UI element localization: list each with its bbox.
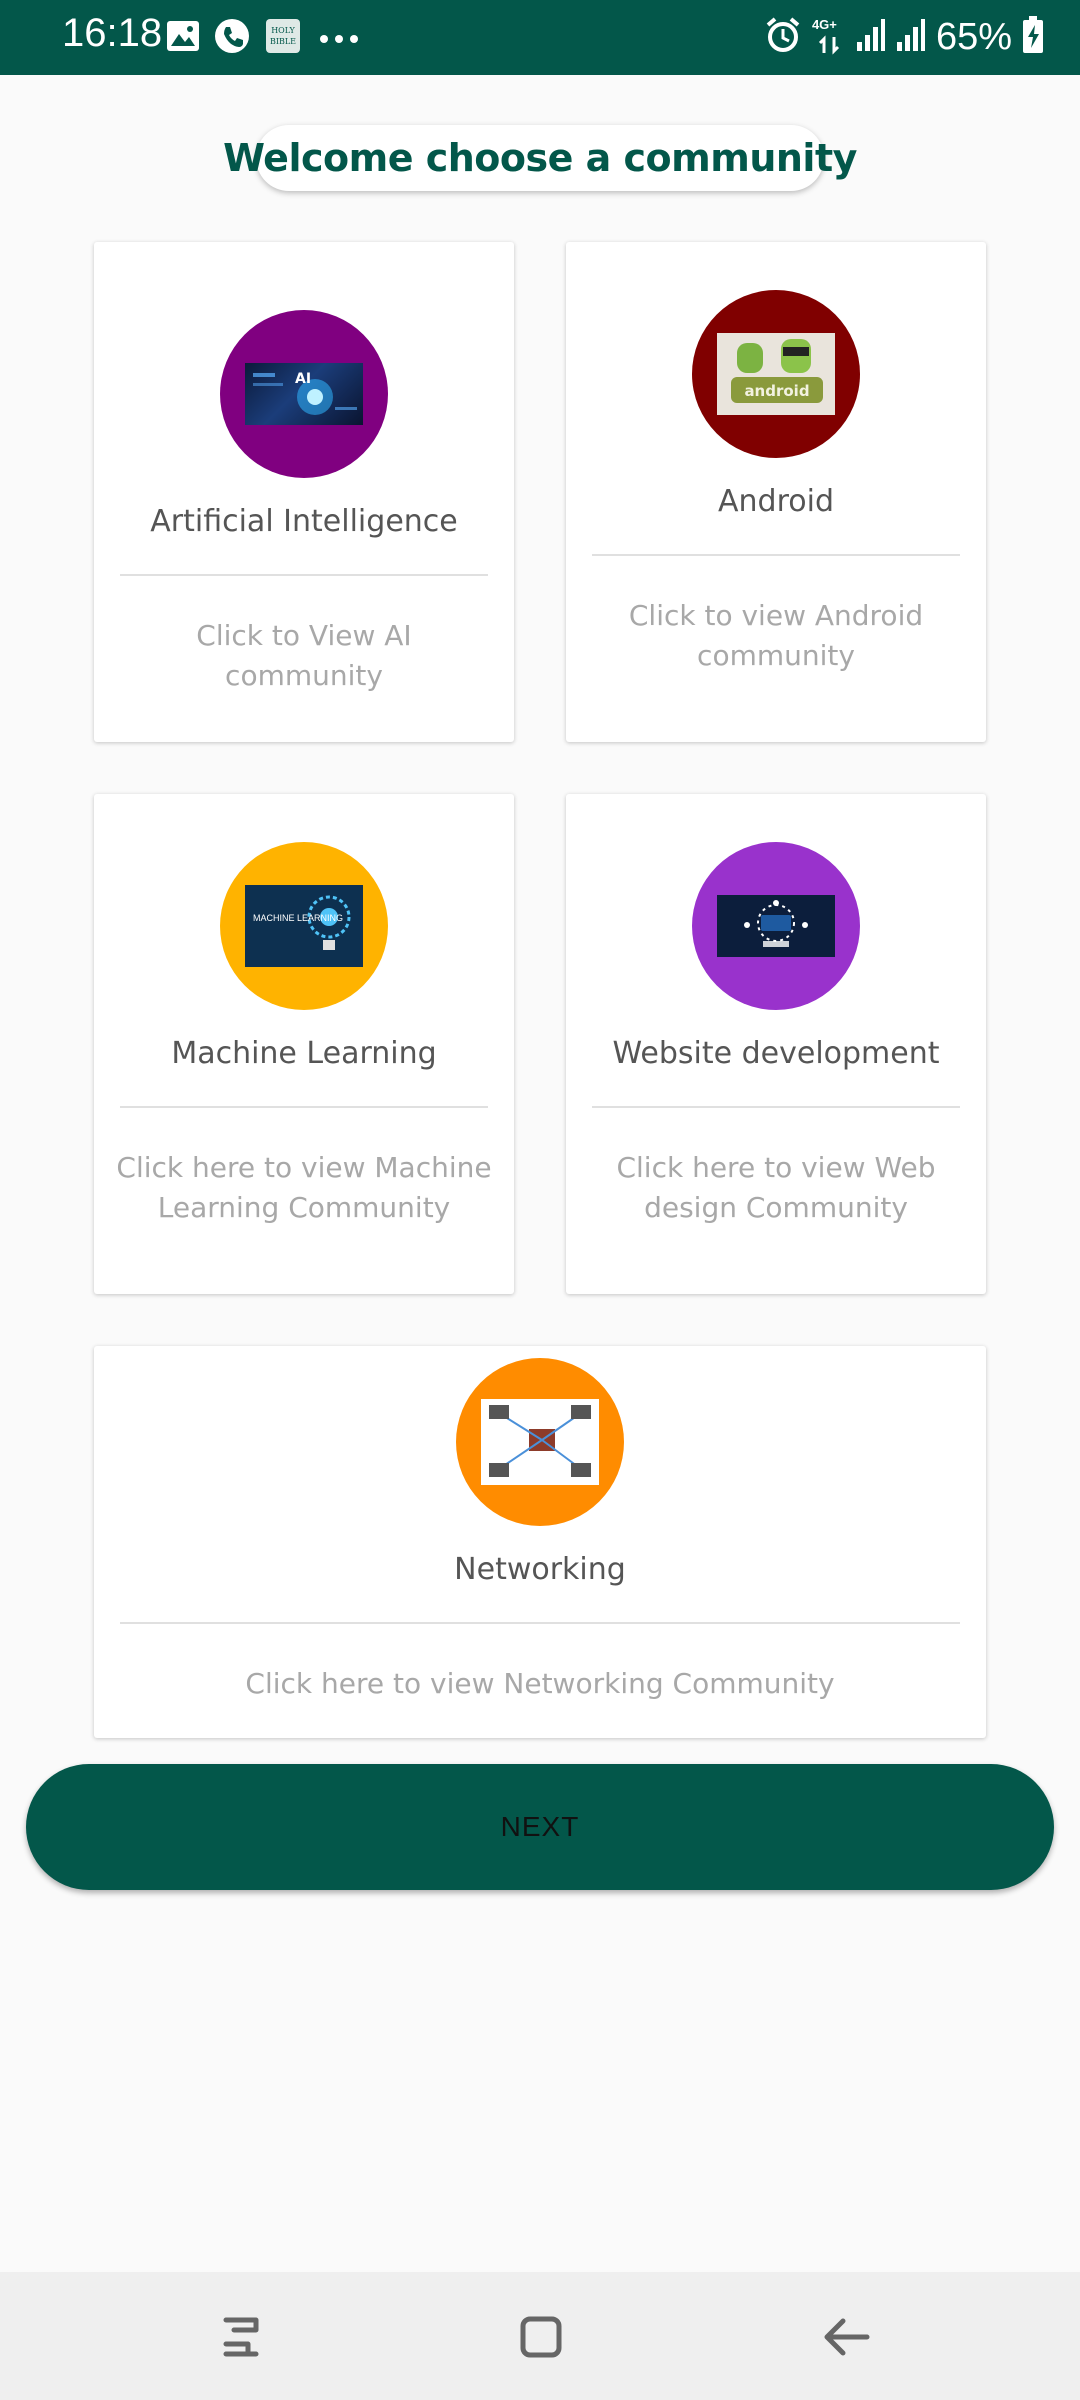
recent-apps-icon[interactable]	[206, 2302, 276, 2372]
alarm-icon	[764, 16, 802, 58]
network-type-label: 4G+	[811, 17, 837, 32]
gallery-icon	[166, 20, 200, 56]
community-description-android: Click to view Android community	[628, 599, 924, 672]
status-bar: 16:18 HOLY BIBLE 4G+ 65%	[0, 0, 1080, 75]
bible-app-icon: HOLY BIBLE	[264, 17, 302, 59]
community-description-website-development: Click here to view Web design Community	[616, 1151, 936, 1224]
web-development-image-icon	[717, 895, 835, 957]
community-avatar-machine-learning: MACHINE LEARNING	[220, 842, 388, 1010]
home-icon[interactable]	[506, 2302, 576, 2372]
community-title-networking: Networking	[454, 1552, 626, 1587]
community-avatar-ai: AI	[220, 310, 388, 478]
title-pill: Welcome choose a community	[223, 125, 857, 191]
data-arrows-icon: 4G+	[812, 17, 846, 57]
page-title: Welcome choose a community	[223, 136, 857, 180]
ai-image-icon: AI	[245, 363, 363, 425]
back-icon[interactable]	[812, 2302, 882, 2372]
community-card-networking[interactable]: Networking Click here to view Networking…	[94, 1346, 986, 1738]
android-image-icon: android	[717, 333, 835, 415]
community-avatar-networking	[456, 1358, 624, 1526]
svg-text:HOLY: HOLY	[271, 26, 295, 35]
community-title-android: Android	[718, 484, 834, 519]
status-icons-left: HOLY BIBLE	[166, 18, 362, 58]
networking-image-icon	[481, 1399, 599, 1485]
svg-text:BIBLE: BIBLE	[270, 37, 296, 46]
next-button-label: NEXT	[500, 1811, 580, 1842]
signal-icon	[856, 18, 886, 56]
card-divider	[120, 574, 488, 576]
community-title-ai: Artificial Intelligence	[150, 504, 458, 539]
community-card-website-development[interactable]: Website development Click here to view W…	[566, 794, 986, 1294]
community-avatar-android: android	[692, 290, 860, 458]
community-description-machine-learning: Click here to view Machine Learning Comm…	[116, 1151, 492, 1224]
card-divider	[120, 1622, 960, 1624]
ml-image-text: MACHINE LEARNING	[253, 913, 343, 923]
next-button[interactable]: NEXT	[26, 1764, 1054, 1890]
card-divider	[120, 1106, 488, 1108]
card-divider	[592, 554, 960, 556]
community-card-android[interactable]: android Android Click to view Android co…	[566, 242, 986, 742]
svg-text:android: android	[744, 382, 809, 400]
community-description-networking: Click here to view Networking Community	[245, 1667, 835, 1700]
navigation-bar	[0, 2272, 1080, 2400]
community-title-machine-learning: Machine Learning	[171, 1036, 437, 1071]
machine-learning-image-icon: MACHINE LEARNING	[245, 885, 363, 967]
more-dots-icon	[316, 29, 362, 48]
screen: 16:18 HOLY BIBLE 4G+ 65% Welcome choose …	[0, 0, 1080, 2400]
signal-icon	[896, 18, 926, 56]
status-time: 16:18	[62, 11, 163, 55]
phone-icon	[214, 18, 250, 58]
community-card-machine-learning[interactable]: MACHINE LEARNING Machine Learning Click …	[94, 794, 514, 1294]
status-icons-right: 4G+ 65%	[764, 14, 1044, 60]
svg-text:AI: AI	[295, 371, 311, 387]
card-divider	[592, 1106, 960, 1108]
community-description-ai: Click to View AI community	[196, 619, 412, 692]
community-card-ai[interactable]: AI Artificial Intelligence Click to View…	[94, 242, 514, 742]
community-title-website-development: Website development	[612, 1036, 940, 1071]
battery-charging-icon	[1022, 16, 1044, 58]
battery-percentage: 65%	[935, 15, 1012, 58]
community-avatar-website-development	[692, 842, 860, 1010]
